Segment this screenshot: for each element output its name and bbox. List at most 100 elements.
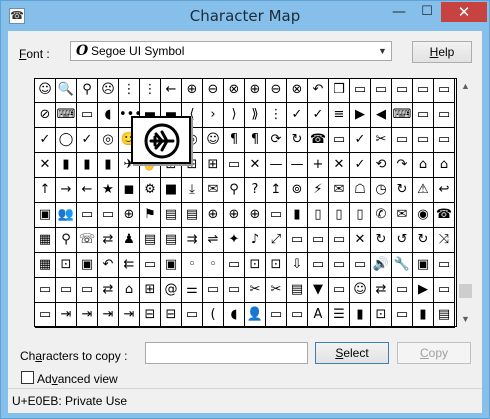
- character-cell[interactable]: ↻: [287, 128, 308, 153]
- character-cell[interactable]: ▭: [434, 103, 455, 128]
- character-cell[interactable]: ▭: [98, 203, 119, 228]
- character-cell[interactable]: ▯: [350, 203, 371, 228]
- character-cell[interactable]: ▭: [224, 278, 245, 303]
- character-cell[interactable]: ☹: [98, 78, 119, 103]
- character-cell[interactable]: ✆: [371, 203, 392, 228]
- character-cell[interactable]: ⋮: [140, 78, 161, 103]
- character-cell[interactable]: ⊟: [140, 303, 161, 328]
- character-cell[interactable]: ⚑: [140, 203, 161, 228]
- character-cell[interactable]: ▮: [413, 303, 434, 328]
- chevron-down-icon[interactable]: ▼: [374, 42, 391, 60]
- character-cell[interactable]: ◼: [119, 178, 140, 203]
- advanced-view-label[interactable]: Advanced view: [37, 372, 118, 386]
- character-cell[interactable]: ▮: [287, 203, 308, 228]
- character-cell[interactable]: ✂: [266, 278, 287, 303]
- character-cell[interactable]: ←: [161, 78, 182, 103]
- character-cell[interactable]: 👥: [56, 203, 77, 228]
- character-cell[interactable]: ↶: [98, 253, 119, 278]
- minimize-button[interactable]: —: [385, 2, 413, 22]
- character-cell[interactable]: ★: [98, 178, 119, 203]
- character-cell[interactable]: ?: [245, 178, 266, 203]
- character-cell[interactable]: ✕: [35, 153, 56, 178]
- close-button[interactable]: ✕: [441, 2, 487, 22]
- character-cell[interactable]: ▭: [308, 253, 329, 278]
- character-cell[interactable]: ✂: [245, 278, 266, 303]
- character-cell[interactable]: ▭: [392, 128, 413, 153]
- character-cell[interactable]: ▭: [413, 128, 434, 153]
- character-cell[interactable]: ☎: [434, 203, 455, 228]
- character-cell[interactable]: ⊞: [140, 278, 161, 303]
- character-cell[interactable]: ▤: [140, 228, 161, 253]
- character-cell[interactable]: ↶: [308, 78, 329, 103]
- character-cell[interactable]: ▤: [161, 228, 182, 253]
- character-cell[interactable]: ♟: [119, 228, 140, 253]
- character-cell[interactable]: ✂: [371, 128, 392, 153]
- character-cell[interactable]: ▭: [329, 253, 350, 278]
- character-cell[interactable]: ▭: [56, 278, 77, 303]
- character-cell[interactable]: ▦: [35, 253, 56, 278]
- character-cell[interactable]: ▭: [224, 153, 245, 178]
- character-cell[interactable]: ▮: [77, 153, 98, 178]
- character-cell[interactable]: ⇥: [77, 303, 98, 328]
- character-cell[interactable]: ⌨: [56, 103, 77, 128]
- character-cell[interactable]: ⊕: [224, 203, 245, 228]
- character-cell[interactable]: ⋮: [266, 103, 287, 128]
- help-button[interactable]: Help: [412, 41, 472, 63]
- character-cell[interactable]: ⚌: [182, 278, 203, 303]
- character-cell[interactable]: ◉: [413, 203, 434, 228]
- character-cell[interactable]: ▭: [266, 303, 287, 328]
- character-cell[interactable]: ⟩: [224, 103, 245, 128]
- character-cell[interactable]: ▭: [77, 278, 98, 303]
- character-cell[interactable]: ▭: [371, 78, 392, 103]
- character-cell[interactable]: ⊗: [287, 78, 308, 103]
- character-cell[interactable]: ↻: [392, 178, 413, 203]
- copy-button[interactable]: Copy: [397, 342, 471, 364]
- character-grid[interactable]: ☺ 🔍 ⚲ ☹ ⋮ ⋮ ← ⊕ ⊖ ⊗ ⊕ ⊖ ⊗ ↶ ❒ ▭ ▭ ▭ ▭ ▭ ⊘ ⌨ ▭ ◖ ••• ▬ ▬ ⟨ › ⟩ ⟫ ⋮ ✓ ✓ ≡ ▶ ◀ ⌨…: [34, 78, 457, 328]
- character-cell[interactable]: ⊡: [371, 303, 392, 328]
- character-cell[interactable]: ▯: [329, 203, 350, 228]
- character-cell[interactable]: →: [56, 178, 77, 203]
- character-cell[interactable]: ↻: [371, 228, 392, 253]
- character-cell[interactable]: ⊗: [224, 78, 245, 103]
- character-cell[interactable]: ⊡: [245, 253, 266, 278]
- character-cell[interactable]: 🔊: [371, 253, 392, 278]
- character-cell[interactable]: ⚲: [77, 78, 98, 103]
- character-cell[interactable]: ⇌: [203, 228, 224, 253]
- character-cell[interactable]: ▤: [161, 203, 182, 228]
- character-cell[interactable]: ▭: [350, 78, 371, 103]
- character-cell[interactable]: ⇥: [56, 303, 77, 328]
- character-cell[interactable]: ▭: [266, 203, 287, 228]
- character-cell[interactable]: +: [308, 153, 329, 178]
- character-cell[interactable]: ▤: [287, 278, 308, 303]
- character-cell[interactable]: (: [203, 303, 224, 328]
- character-cell[interactable]: —: [287, 153, 308, 178]
- character-cell[interactable]: ▮: [98, 153, 119, 178]
- character-cell[interactable]: ▭: [392, 303, 413, 328]
- character-cell[interactable]: ◖: [224, 303, 245, 328]
- character-cell[interactable]: ⊟: [161, 303, 182, 328]
- character-cell[interactable]: ◖: [98, 103, 119, 128]
- character-cell[interactable]: ▭: [308, 228, 329, 253]
- character-cell[interactable]: ⊕: [182, 78, 203, 103]
- character-cell[interactable]: ◯: [56, 128, 77, 153]
- character-cell[interactable]: ⊚: [287, 178, 308, 203]
- character-cell[interactable]: ▭: [203, 278, 224, 303]
- character-cell[interactable]: ↻: [413, 228, 434, 253]
- character-cell[interactable]: ♪: [245, 228, 266, 253]
- character-cell[interactable]: ↷: [392, 153, 413, 178]
- character-cell[interactable]: ☎: [308, 128, 329, 153]
- character-cell[interactable]: ⇄: [371, 278, 392, 303]
- character-cell[interactable]: ✉: [329, 178, 350, 203]
- character-cell[interactable]: ⚡: [308, 178, 329, 203]
- character-cell[interactable]: ⤓: [182, 178, 203, 203]
- character-cell[interactable]: ▭: [434, 128, 455, 153]
- character-cell[interactable]: ▭: [329, 278, 350, 303]
- character-cell[interactable]: ⊡: [266, 253, 287, 278]
- character-cell[interactable]: ▭: [35, 278, 56, 303]
- character-cell[interactable]: ⊕: [245, 203, 266, 228]
- character-cell[interactable]: ✓: [350, 153, 371, 178]
- character-cell[interactable]: ↩: [434, 178, 455, 203]
- character-cell[interactable]: ⊘: [35, 103, 56, 128]
- character-cell[interactable]: ▭: [413, 78, 434, 103]
- character-cell[interactable]: ›: [203, 103, 224, 128]
